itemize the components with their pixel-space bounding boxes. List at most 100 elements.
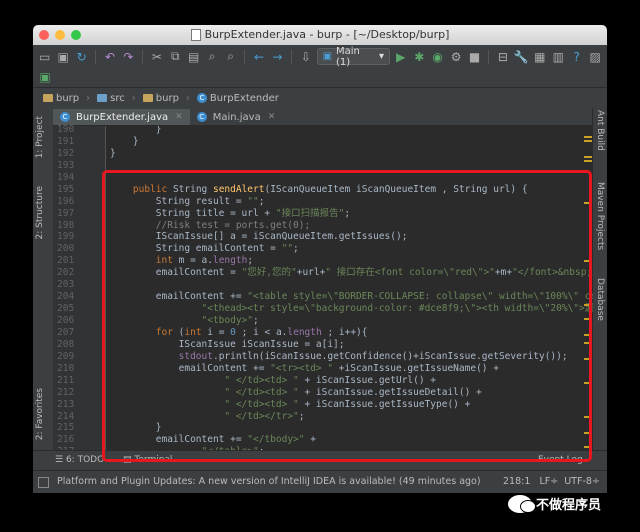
sync-icon[interactable]: ↻	[74, 49, 89, 65]
line-number: 213	[57, 398, 75, 410]
right-tool-strip: Ant Build Maven Projects Database	[592, 108, 607, 451]
code-line[interactable]: }	[110, 148, 593, 160]
folder-icon	[142, 94, 153, 102]
status-indicators: 218:1 LF÷ UTF-8÷	[503, 471, 600, 493]
vcs-icon[interactable]: ⊟	[495, 49, 510, 65]
toolbar-separator	[244, 49, 246, 64]
find-icon[interactable]: ⌕	[204, 49, 219, 65]
editor-tabs: C BurpExtender.java ✕ C Main.java ✕	[53, 108, 593, 126]
replace-icon[interactable]: ⌕	[223, 49, 238, 65]
left-tool-strip: 1: Project 2: Structure 2: Favorites	[33, 108, 54, 451]
line-number: 202	[57, 267, 75, 279]
close-window-button[interactable]	[39, 30, 49, 40]
breadcrumb-item[interactable]: src	[93, 93, 129, 104]
minimize-window-button[interactable]	[55, 30, 65, 40]
toolbar-separator	[95, 49, 97, 64]
tool-tab-todo[interactable]: ☰ 6: TODO	[55, 455, 104, 465]
project-structure-icon[interactable]: ▦	[532, 49, 547, 65]
folder-icon	[97, 94, 108, 102]
toolbar-separator	[142, 49, 144, 64]
code-token: }	[110, 126, 162, 135]
warning-mark[interactable]	[584, 156, 592, 158]
warning-mark[interactable]	[584, 140, 592, 142]
forward-icon[interactable]: →	[270, 49, 285, 65]
code-token: }	[110, 135, 139, 147]
line-number: 209	[57, 350, 75, 362]
settings-icon[interactable]: 🔧	[514, 49, 529, 65]
line-number: 211	[57, 374, 75, 386]
code-line[interactable]: }	[110, 136, 593, 148]
run-configuration-select[interactable]: ▣ Main (1) ▾	[316, 46, 391, 68]
line-number: 216	[57, 434, 75, 446]
save-icon[interactable]: ▣	[55, 49, 70, 65]
status-message[interactable]: Platform and Plugin Updates: A new versi…	[57, 471, 481, 493]
extra-tool-icon[interactable]: ▣	[37, 69, 53, 85]
debug-icon[interactable]: ✱	[412, 49, 427, 65]
window-title: BurpExtender.java - burp - [~/Desktop/bu…	[204, 28, 450, 41]
tab-burpextender[interactable]: C BurpExtender.java ✕	[53, 109, 190, 125]
breadcrumb-item[interactable]: C BurpExtender	[193, 93, 283, 104]
redo-icon[interactable]: ↷	[121, 49, 136, 65]
back-icon[interactable]: ←	[251, 49, 266, 65]
tool-tab-structure[interactable]: 2: Structure	[35, 186, 45, 240]
status-bar: Platform and Plugin Updates: A new versi…	[33, 470, 607, 493]
close-icon[interactable]: ✕	[268, 112, 276, 122]
paste-icon[interactable]: ▤	[186, 49, 201, 65]
class-icon: C	[196, 112, 207, 122]
tool-tab-favorites[interactable]: 2: Favorites	[35, 388, 45, 440]
plugin-icon[interactable]: ▨	[587, 49, 602, 65]
tab-main[interactable]: C Main.java ✕	[190, 109, 283, 125]
warning-mark[interactable]	[584, 136, 592, 138]
tool-windows-toggle[interactable]	[38, 477, 49, 488]
cut-icon[interactable]: ✂	[149, 49, 164, 65]
folder-icon	[43, 94, 53, 102]
file-encoding[interactable]: UTF-8÷	[564, 476, 600, 487]
tool-tab-project[interactable]: 1: Project	[35, 116, 45, 158]
line-number: 201	[57, 255, 75, 267]
line-number: 205	[57, 303, 75, 315]
breadcrumb: burp › src › burp › C BurpExtender	[33, 88, 607, 109]
line-number: 195	[57, 183, 75, 195]
build-icon[interactable]: ⇩	[298, 49, 313, 65]
class-icon: C	[196, 93, 207, 103]
tool-tab-ant-build[interactable]: Ant Build	[595, 110, 605, 151]
toolbar-separator	[291, 49, 293, 64]
code-line[interactable]: }	[110, 126, 593, 136]
profile-icon[interactable]: ⚙	[448, 49, 463, 65]
tool-tab-maven-projects[interactable]: Maven Projects	[595, 182, 605, 250]
class-icon: C	[60, 112, 70, 122]
watermark: 不做程序员	[508, 494, 601, 513]
breadcrumb-item[interactable]: burp	[39, 93, 83, 104]
line-number: 215	[57, 422, 75, 434]
stop-icon[interactable]: ■	[467, 49, 482, 65]
coverage-icon[interactable]: ◉	[430, 49, 445, 65]
help-icon[interactable]: ?	[569, 49, 584, 65]
run-icon[interactable]: ▶	[393, 49, 408, 65]
copy-icon[interactable]: ⧉	[168, 49, 183, 65]
chevron-down-icon: ▾	[379, 51, 385, 62]
document-icon	[190, 29, 201, 41]
line-number: 206	[57, 315, 75, 326]
code-token: }	[110, 147, 116, 159]
line-number: 194	[57, 171, 75, 183]
toolbar-separator	[488, 49, 490, 64]
sdk-icon[interactable]: ▥	[551, 49, 566, 65]
window-controls	[39, 30, 81, 40]
breadcrumb-separator: ›	[131, 92, 136, 104]
cursor-position[interactable]: 218:1	[503, 476, 530, 487]
line-separator[interactable]: LF÷	[539, 476, 558, 487]
line-numbers: 190 191 192 193 194 195 196 197 198 199 200 201 202 2…	[53, 124, 105, 458]
line-number: 190	[57, 124, 75, 135]
zoom-window-button[interactable]	[71, 30, 81, 40]
line-number: 207	[57, 326, 75, 338]
line-number: 212	[57, 386, 75, 398]
tool-tab-database[interactable]: Database	[595, 278, 605, 321]
breadcrumb-item[interactable]: burp	[139, 93, 183, 104]
open-folder-button[interactable]: ▭	[37, 49, 52, 65]
close-icon[interactable]: ✕	[175, 112, 183, 122]
undo-icon[interactable]: ↶	[102, 49, 117, 65]
warning-mark[interactable]	[584, 160, 592, 162]
line-number: 203	[57, 279, 75, 291]
line-number: 204	[57, 291, 75, 303]
highlight-box	[102, 170, 592, 462]
